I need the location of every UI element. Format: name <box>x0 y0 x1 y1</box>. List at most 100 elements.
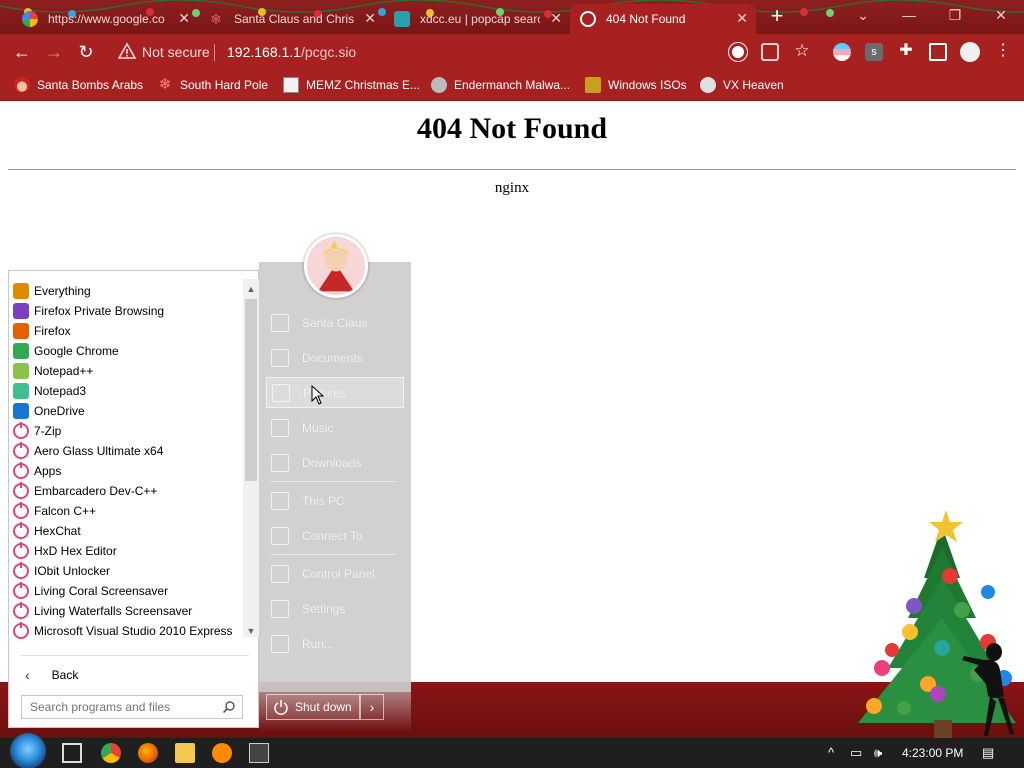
menu-kebab-icon[interactable]: ⋮ <box>994 43 1012 61</box>
warning-icon[interactable] <box>118 42 136 60</box>
back-button[interactable]: ‹ Back <box>21 667 78 683</box>
terminal-icon[interactable] <box>249 743 269 763</box>
tab-xdcc[interactable]: xdcc.eu | popcap searc ✕ <box>384 4 570 34</box>
places-item-santa-claus[interactable]: Santa Claus <box>266 307 404 338</box>
url-text: 192.168.1.1/pcgc.sio <box>227 44 357 60</box>
task-view-icon[interactable] <box>62 743 82 763</box>
program-label: HxD Hex Editor <box>34 544 117 558</box>
bookmark-star-icon[interactable]: ☆ <box>793 42 811 61</box>
scroll-down-icon[interactable]: ▼ <box>243 623 259 639</box>
program-label: Firefox Private Browsing <box>34 304 165 318</box>
shut-down-options-button[interactable]: › <box>360 694 384 720</box>
places-item-pictures[interactable]: Pictures <box>266 377 404 408</box>
clock[interactable]: 4:23:00 PM <box>902 746 963 760</box>
chrome-taskbar-icon[interactable] <box>101 743 121 763</box>
extensions-puzzle-icon[interactable]: ✚ <box>897 43 915 61</box>
bookmark-endermanch-malware[interactable]: Endermanch Malwa... <box>431 77 570 93</box>
close-tab-icon[interactable]: ✕ <box>550 10 562 27</box>
program-item[interactable]: Living Coral Screensaver <box>11 581 243 601</box>
start-orb-button[interactable] <box>10 733 46 768</box>
program-item[interactable]: Notepad3 <box>11 381 243 401</box>
program-item[interactable]: Falcon C++ <box>11 501 243 521</box>
window-icon <box>283 77 299 93</box>
program-label: Embarcadero Dev-C++ <box>34 484 158 498</box>
places-item-downloads[interactable]: Downloads <box>266 447 404 478</box>
bookmark-memz-christmas[interactable]: MEMZ Christmas E... <box>283 77 420 93</box>
program-item[interactable]: OneDrive <box>11 401 243 421</box>
search-input[interactable] <box>30 700 210 714</box>
program-item[interactable]: 7-Zip <box>11 421 243 441</box>
places-label: Settings <box>302 601 346 616</box>
places-item-run[interactable]: Run... <box>266 628 404 659</box>
divider <box>214 44 215 61</box>
profile-avatar-icon[interactable] <box>960 42 980 62</box>
shut-down-button[interactable]: Shut down <box>266 694 360 720</box>
reload-icon[interactable]: ↻ <box>74 41 98 65</box>
firefox-private-icon <box>13 303 29 319</box>
firefox-taskbar-icon[interactable] <box>138 743 158 763</box>
programs-panel: Everything Firefox Private Browsing Firefo… <box>8 270 259 728</box>
tab-santa-claus[interactable]: ❄ Santa Claus and Chris ✕ <box>198 4 384 34</box>
user-avatar[interactable] <box>304 234 368 298</box>
extension-s-icon[interactable]: s <box>865 43 883 61</box>
close-tab-icon[interactable]: ✕ <box>736 10 748 27</box>
places-item-settings[interactable]: Settings <box>266 593 404 624</box>
tab-strip: https://www.google.co ✕ ❄ Santa Claus an… <box>0 0 1024 34</box>
program-item[interactable]: Everything <box>11 281 243 301</box>
tab-google[interactable]: https://www.google.co ✕ <box>12 4 198 34</box>
bookmark-vx-heaven[interactable]: VX Heaven <box>700 77 784 93</box>
power-icon <box>13 482 29 499</box>
minimize-button[interactable]: — <box>886 0 932 30</box>
places-item-music[interactable]: Music <box>266 412 404 443</box>
close-tab-icon[interactable]: ✕ <box>364 10 376 27</box>
program-item[interactable]: Embarcadero Dev-C++ <box>11 481 243 501</box>
bookmark-windows-isos[interactable]: Windows ISOs <box>585 77 687 93</box>
forward-arrow-icon[interactable]: → <box>42 41 66 65</box>
tab-404-not-found[interactable]: 404 Not Found ✕ <box>570 4 756 34</box>
places-item-control-panel[interactable]: Control Panel <box>266 558 404 589</box>
close-tab-icon[interactable]: ✕ <box>178 10 190 27</box>
program-item[interactable]: Living Waterfalls Screensaver <box>11 601 243 621</box>
close-window-button[interactable]: ✕ <box>978 0 1024 30</box>
connect-icon <box>271 526 289 545</box>
show-hidden-icons-chevron-icon[interactable]: ^ <box>828 745 834 760</box>
network-icon[interactable]: ▭ <box>850 745 862 761</box>
firefox-icon <box>13 323 29 339</box>
bookmark-santa-bombs-arabs[interactable]: Santa Bombs Arabs <box>14 77 143 93</box>
power-icon <box>13 582 29 599</box>
app-taskbar-icon[interactable] <box>212 743 232 763</box>
program-item[interactable]: Firefox Private Browsing <box>11 301 243 321</box>
tab-search-chevron-icon[interactable]: ⌄ <box>840 0 886 30</box>
volume-icon[interactable]: 🕪 <box>874 745 882 761</box>
program-item[interactable]: Firefox <box>11 321 243 341</box>
scroll-up-icon[interactable]: ▲ <box>243 281 259 297</box>
program-item[interactable]: IObit Unlocker <box>11 561 243 581</box>
program-item[interactable]: HexChat <box>11 521 243 541</box>
search-icon[interactable] <box>222 700 236 714</box>
back-arrow-icon[interactable]: ← <box>10 41 34 65</box>
program-item[interactable]: Aero Glass Ultimate x64 <box>11 441 243 461</box>
places-item-documents[interactable]: Documents <box>266 342 404 373</box>
program-item[interactable]: Apps <box>11 461 243 481</box>
extension-flag-icon[interactable] <box>833 43 851 61</box>
program-item[interactable]: Google Chrome <box>11 341 243 361</box>
new-tab-button[interactable]: + <box>764 4 790 30</box>
places-item-this-pc[interactable]: This PC <box>266 485 404 516</box>
bookmark-south-hard-pole[interactable]: ❄ South Hard Pole <box>157 77 268 93</box>
places-item-connect-to[interactable]: Connect To <box>266 520 404 551</box>
side-panel-icon[interactable] <box>929 43 947 61</box>
notifications-icon[interactable]: ▤ <box>982 745 994 761</box>
file-explorer-icon[interactable] <box>175 743 195 763</box>
search-box[interactable] <box>21 695 243 719</box>
share-icon[interactable] <box>761 43 779 61</box>
program-item[interactable]: Notepad++ <box>11 361 243 381</box>
restore-button[interactable]: ❐ <box>932 0 978 30</box>
program-item[interactable]: Microsoft Visual Studio 2010 Express <box>11 621 243 641</box>
error-heading: 404 Not Found <box>416 112 608 145</box>
program-item[interactable]: HxD Hex Editor <box>11 541 243 561</box>
program-label: Living Waterfalls Screensaver <box>34 604 193 618</box>
google-lens-icon[interactable] <box>729 43 747 61</box>
program-label: Firefox <box>34 324 71 338</box>
address-bar[interactable]: Not secure 192.168.1.1/pcgc.sio <box>110 39 720 66</box>
scrollbar-thumb[interactable] <box>245 299 257 481</box>
